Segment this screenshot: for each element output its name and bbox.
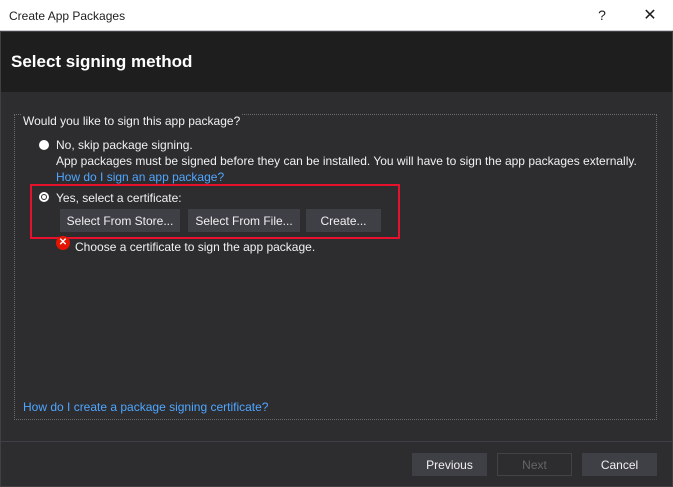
page-title: Select signing method xyxy=(11,52,193,71)
select-from-store-button[interactable]: Select From Store... xyxy=(60,209,180,232)
page-header: Select signing method xyxy=(1,32,672,92)
previous-button[interactable]: Previous xyxy=(412,453,487,476)
footer-divider xyxy=(1,441,672,442)
title-bar: Create App Packages ? ✕ xyxy=(0,0,673,31)
close-button[interactable]: ✕ xyxy=(630,0,670,30)
help-button[interactable]: ? xyxy=(582,0,622,30)
error-message: Choose a certificate to sign the app pac… xyxy=(75,240,316,254)
skip-signing-description: App packages must be signed before they … xyxy=(56,154,637,168)
cancel-button[interactable]: Cancel xyxy=(582,453,657,476)
select-certificate-radio[interactable] xyxy=(39,192,49,202)
select-certificate-label[interactable]: Yes, select a certificate: xyxy=(56,191,182,205)
window-title: Create App Packages xyxy=(9,9,126,23)
create-certificate-help-link[interactable]: How do I create a package signing certif… xyxy=(23,400,268,414)
next-button[interactable]: Next xyxy=(497,453,572,476)
create-certificate-button[interactable]: Create... xyxy=(306,209,381,232)
sign-package-help-link[interactable]: How do I sign an app package? xyxy=(56,170,224,184)
sign-question-label: Would you like to sign this app package? xyxy=(22,114,242,128)
error-icon: ✕ xyxy=(56,236,70,250)
skip-signing-label[interactable]: No, skip package signing. xyxy=(56,138,193,152)
skip-signing-radio[interactable] xyxy=(39,140,49,150)
select-from-file-button[interactable]: Select From File... xyxy=(188,209,300,232)
